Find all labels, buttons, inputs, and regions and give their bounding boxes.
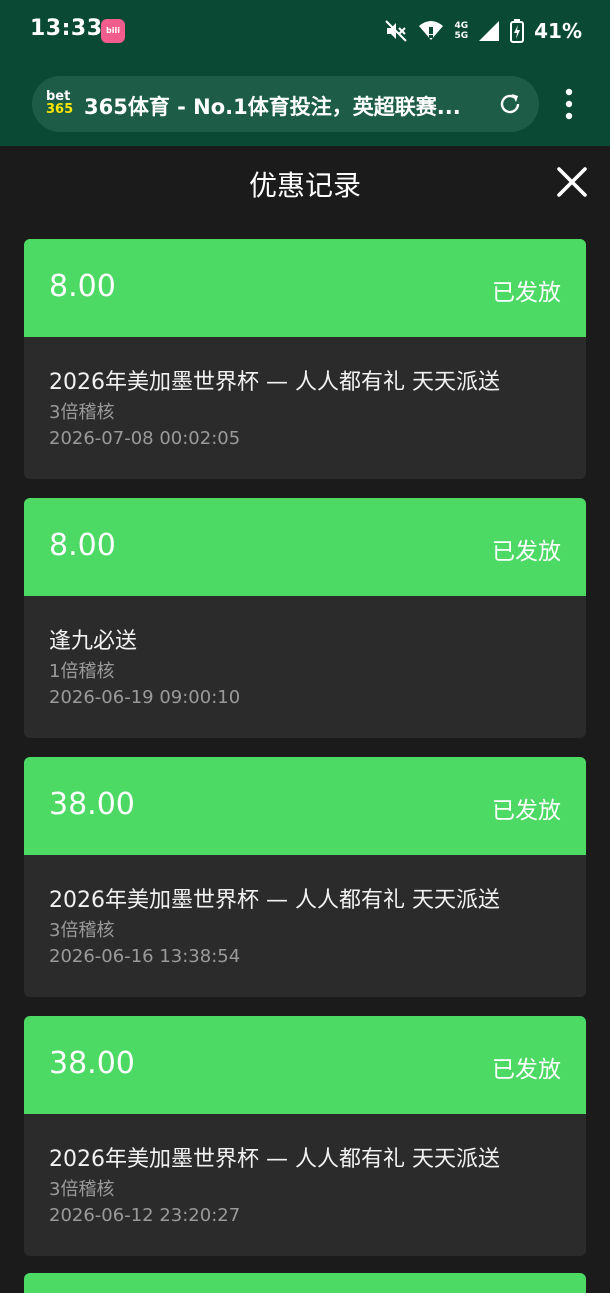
record-multiplier: 3倍稽核 <box>49 1179 115 1200</box>
card-header: 38.00 已发放 <box>24 757 586 855</box>
record-title: 2026年美加墨世界杯 — 人人都有礼 天天派送 <box>49 888 500 913</box>
battery-percent: 41% <box>534 19 582 43</box>
promo-record-card: 38.00 已发放 2026年美加墨世界杯 — 人人都有礼 天天派送 3倍稽核 … <box>24 757 586 997</box>
bilibili-app-icon: bili <box>101 19 125 43</box>
status-icons: 4G 5G 41% <box>384 16 582 46</box>
page-header: 优惠记录 <box>0 146 610 220</box>
mute-icon <box>385 20 408 42</box>
record-time: 2026-06-16 13:38:54 <box>49 946 241 967</box>
signal-icon <box>479 21 500 41</box>
record-multiplier: 3倍稽核 <box>49 402 115 423</box>
reload-icon[interactable] <box>496 90 524 118</box>
record-status: 已发放 <box>492 539 561 565</box>
card-header: 8.00 已发放 <box>24 498 586 596</box>
card-body: 2026年美加墨世界杯 — 人人都有礼 天天派送 3倍稽核 2026-06-12… <box>24 1114 586 1256</box>
record-title: 2026年美加墨世界杯 — 人人都有礼 天天派送 <box>49 1147 500 1172</box>
record-multiplier: 1倍稽核 <box>49 661 115 682</box>
wifi-icon <box>419 21 444 40</box>
record-amount: 38.00 <box>49 1046 135 1081</box>
record-amount: 8.00 <box>49 269 116 304</box>
record-status: 已发放 <box>492 280 561 306</box>
record-status: 已发放 <box>492 798 561 824</box>
net-top-label: 4G <box>454 21 469 31</box>
more-vert-icon[interactable] <box>558 88 580 122</box>
promo-record-card: 38.00 已发放 2026年美加墨世界杯 — 人人都有礼 天天派送 3倍稽核 … <box>24 1016 586 1256</box>
page-title: 优惠记录 <box>248 169 361 202</box>
logo-text-bottom: 365 <box>46 102 74 117</box>
record-amount: 8.00 <box>49 528 116 563</box>
record-time: 2026-07-08 00:02:05 <box>49 428 241 449</box>
record-status: 已发放 <box>492 1057 561 1083</box>
card-header: 8.00 已发放 <box>24 239 586 337</box>
battery-icon <box>510 19 525 43</box>
status-time: 13:33 <box>30 16 103 41</box>
record-multiplier: 3倍稽核 <box>49 920 115 941</box>
card-header: 38.00 已发放 <box>24 1016 586 1114</box>
record-title: 逢九必送 <box>49 629 138 654</box>
network-type: 4G 5G <box>454 21 468 41</box>
site-logo: bet 365 <box>46 90 76 118</box>
card-body: 2026年美加墨世界杯 — 人人都有礼 天天派送 3倍稽核 2026-07-08… <box>24 337 586 479</box>
card-body: 逢九必送 1倍稽核 2026-06-19 09:00:10 <box>24 596 586 738</box>
record-title: 2026年美加墨世界杯 — 人人都有礼 天天派送 <box>49 370 500 395</box>
promo-record-card: 8.00 已发放 2026年美加墨世界杯 — 人人都有礼 天天派送 3倍稽核 2… <box>24 239 586 479</box>
record-time: 2026-06-19 09:00:10 <box>49 687 241 708</box>
record-amount: 38.00 <box>49 787 135 822</box>
net-bottom-label: 5G <box>454 31 469 41</box>
address-bar[interactable]: bet 365 365体育 - No.1体育投注，英超联赛... <box>32 76 539 132</box>
card-body: 2026年美加墨世界杯 — 人人都有礼 天天派送 3倍稽核 2026-06-16… <box>24 855 586 997</box>
browser-toolbar: bet 365 365体育 - No.1体育投注，英超联赛... <box>0 62 610 146</box>
next-card-peek <box>24 1273 586 1293</box>
record-time: 2026-06-12 23:20:27 <box>49 1205 241 1226</box>
page-url-title[interactable]: 365体育 - No.1体育投注，英超联赛... <box>84 91 484 121</box>
status-bar: 13:33 bili 4G 5G 41% <box>0 0 610 62</box>
promo-record-card: 8.00 已发放 逢九必送 1倍稽核 2026-06-19 09:00:10 <box>24 498 586 738</box>
close-icon[interactable] <box>555 165 589 199</box>
